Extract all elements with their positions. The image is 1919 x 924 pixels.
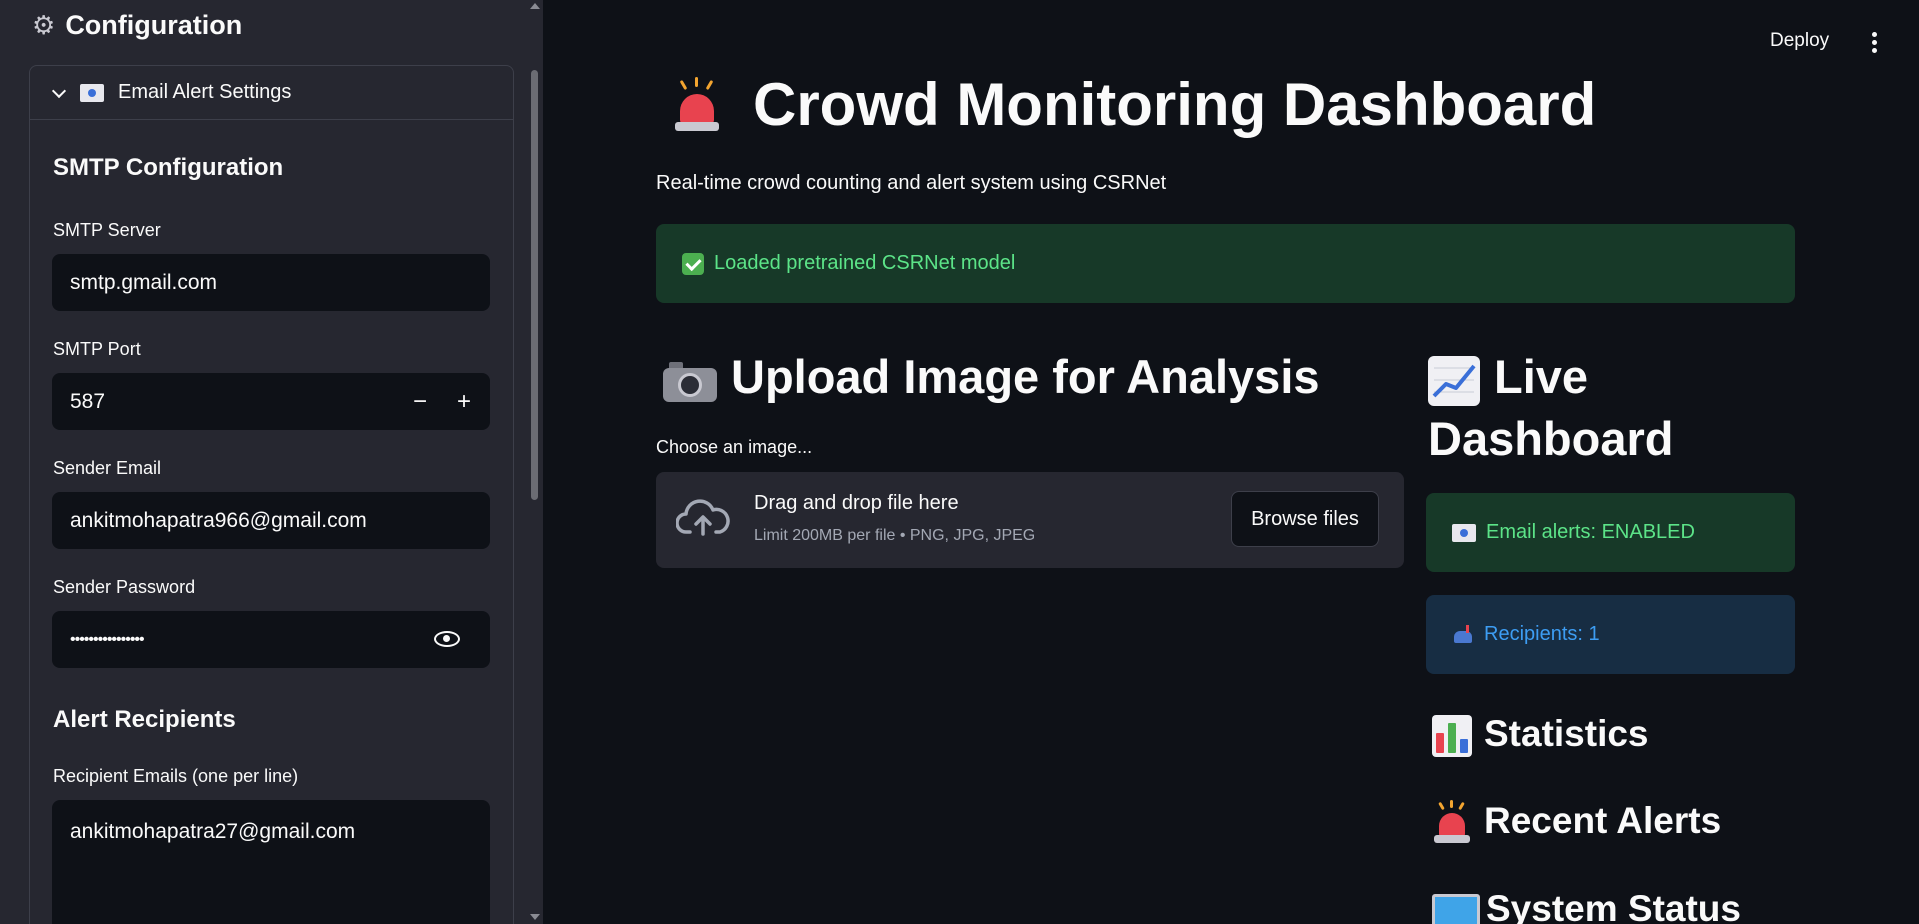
siren-icon — [672, 77, 722, 132]
bar-chart-icon — [1432, 715, 1472, 758]
show-password-icon[interactable] — [434, 631, 460, 647]
system-status-heading-text: System Status — [1486, 888, 1741, 924]
chevron-down-icon — [52, 86, 66, 100]
dropzone-limit: Limit 200MB per file • PNG, JPG, JPEG — [754, 527, 1036, 544]
siren-icon — [1432, 800, 1472, 844]
statistics-heading-text: Statistics — [1484, 713, 1649, 754]
sender-email-label: Sender Email — [53, 458, 162, 478]
smtp-section-title: SMTP Configuration — [53, 154, 284, 181]
camera-icon — [663, 360, 717, 402]
smtp-server-value: smtp.gmail.com — [70, 270, 218, 294]
sender-password-label: Sender Password — [53, 577, 196, 597]
recipient-emails-value: ankitmohapatra27@gmail.com — [70, 820, 356, 843]
mailbox-icon — [1452, 624, 1474, 645]
deploy-button[interactable]: Deploy — [1770, 30, 1829, 52]
file-dropzone[interactable]: Drag and drop file here Limit 200MB per … — [656, 472, 1404, 568]
gear-icon: ⚙ — [32, 10, 56, 40]
smtp-port-stepper[interactable]: 587 − + — [52, 373, 490, 430]
sidebar-title: Configuration — [65, 9, 243, 40]
smtp-server-label: SMTP Server — [53, 220, 161, 240]
page-title: Crowd Monitoring Dashboard — [753, 71, 1597, 138]
live-dashboard-line2: Dashboard — [1428, 412, 1674, 465]
recipients-status-alert: Recipients: 1 — [1426, 595, 1795, 674]
increment-button[interactable]: + — [442, 373, 486, 430]
model-status-alert: Loaded pretrained CSRNet model — [656, 224, 1795, 303]
recent-alerts-heading-text: Recent Alerts — [1484, 800, 1722, 841]
dropzone-title: Drag and drop file here — [754, 492, 959, 514]
sidebar-scrollbar[interactable] — [531, 70, 538, 500]
scroll-up-arrow[interactable] — [530, 3, 540, 9]
recipients-status-text: Recipients: 1 — [1484, 623, 1600, 645]
smtp-port-value: 587 — [70, 389, 106, 413]
statistics-heading: Statistics — [1432, 713, 1649, 758]
system-status-heading: System Status — [1432, 888, 1741, 924]
upload-heading-text: Upload Image for Analysis — [731, 350, 1320, 403]
check-icon — [682, 252, 704, 275]
email-alert-settings-expander: Email Alert Settings SMTP Configuration … — [29, 65, 514, 924]
browse-files-button[interactable]: Browse files — [1231, 491, 1379, 547]
email-status-alert: Email alerts: ENABLED — [1426, 493, 1795, 572]
sender-email-input[interactable]: ankitmohapatra966@gmail.com — [52, 492, 490, 549]
sender-password-value: •••••••••••••••• — [70, 630, 145, 648]
alert-recipients-title: Alert Recipients — [53, 706, 236, 733]
expander-toggle[interactable]: Email Alert Settings — [30, 66, 513, 120]
live-dashboard-heading: Live Dashboard — [1428, 346, 1674, 470]
sender-email-value: ankitmohapatra966@gmail.com — [70, 508, 367, 532]
smtp-port-label: SMTP Port — [53, 339, 141, 359]
monitor-icon — [1432, 894, 1480, 924]
expander-label: Email Alert Settings — [118, 81, 292, 103]
email-icon — [80, 83, 104, 102]
live-dashboard-line1: Live — [1494, 350, 1589, 403]
uploader-label: Choose an image... — [656, 437, 813, 457]
email-status-text: Email alerts: ENABLED — [1486, 521, 1695, 543]
model-status-text: Loaded pretrained CSRNet model — [714, 252, 1016, 274]
upload-heading: Upload Image for Analysis — [663, 346, 1320, 408]
app-root: ⚙ Configuration Email Alert Settings SMT… — [0, 0, 1919, 924]
cloud-upload-icon — [676, 499, 730, 536]
main-menu-icon[interactable] — [1872, 32, 1878, 54]
sender-password-input[interactable]: •••••••••••••••• — [52, 611, 490, 668]
sidebar-header: ⚙ Configuration — [32, 8, 242, 42]
smtp-server-input[interactable]: smtp.gmail.com — [52, 254, 490, 311]
recipient-emails-textarea[interactable]: ankitmohapatra27@gmail.com — [52, 800, 490, 924]
recent-alerts-heading: Recent Alerts — [1432, 800, 1721, 844]
recipient-emails-label: Recipient Emails (one per line) — [53, 766, 299, 786]
scroll-down-arrow[interactable] — [530, 914, 540, 920]
page-subtitle: Real-time crowd counting and alert syste… — [656, 172, 1167, 194]
trend-chart-icon — [1428, 355, 1480, 406]
sidebar: ⚙ Configuration Email Alert Settings SMT… — [0, 0, 543, 924]
email-icon — [1452, 523, 1476, 542]
decrement-button[interactable]: − — [398, 373, 442, 430]
